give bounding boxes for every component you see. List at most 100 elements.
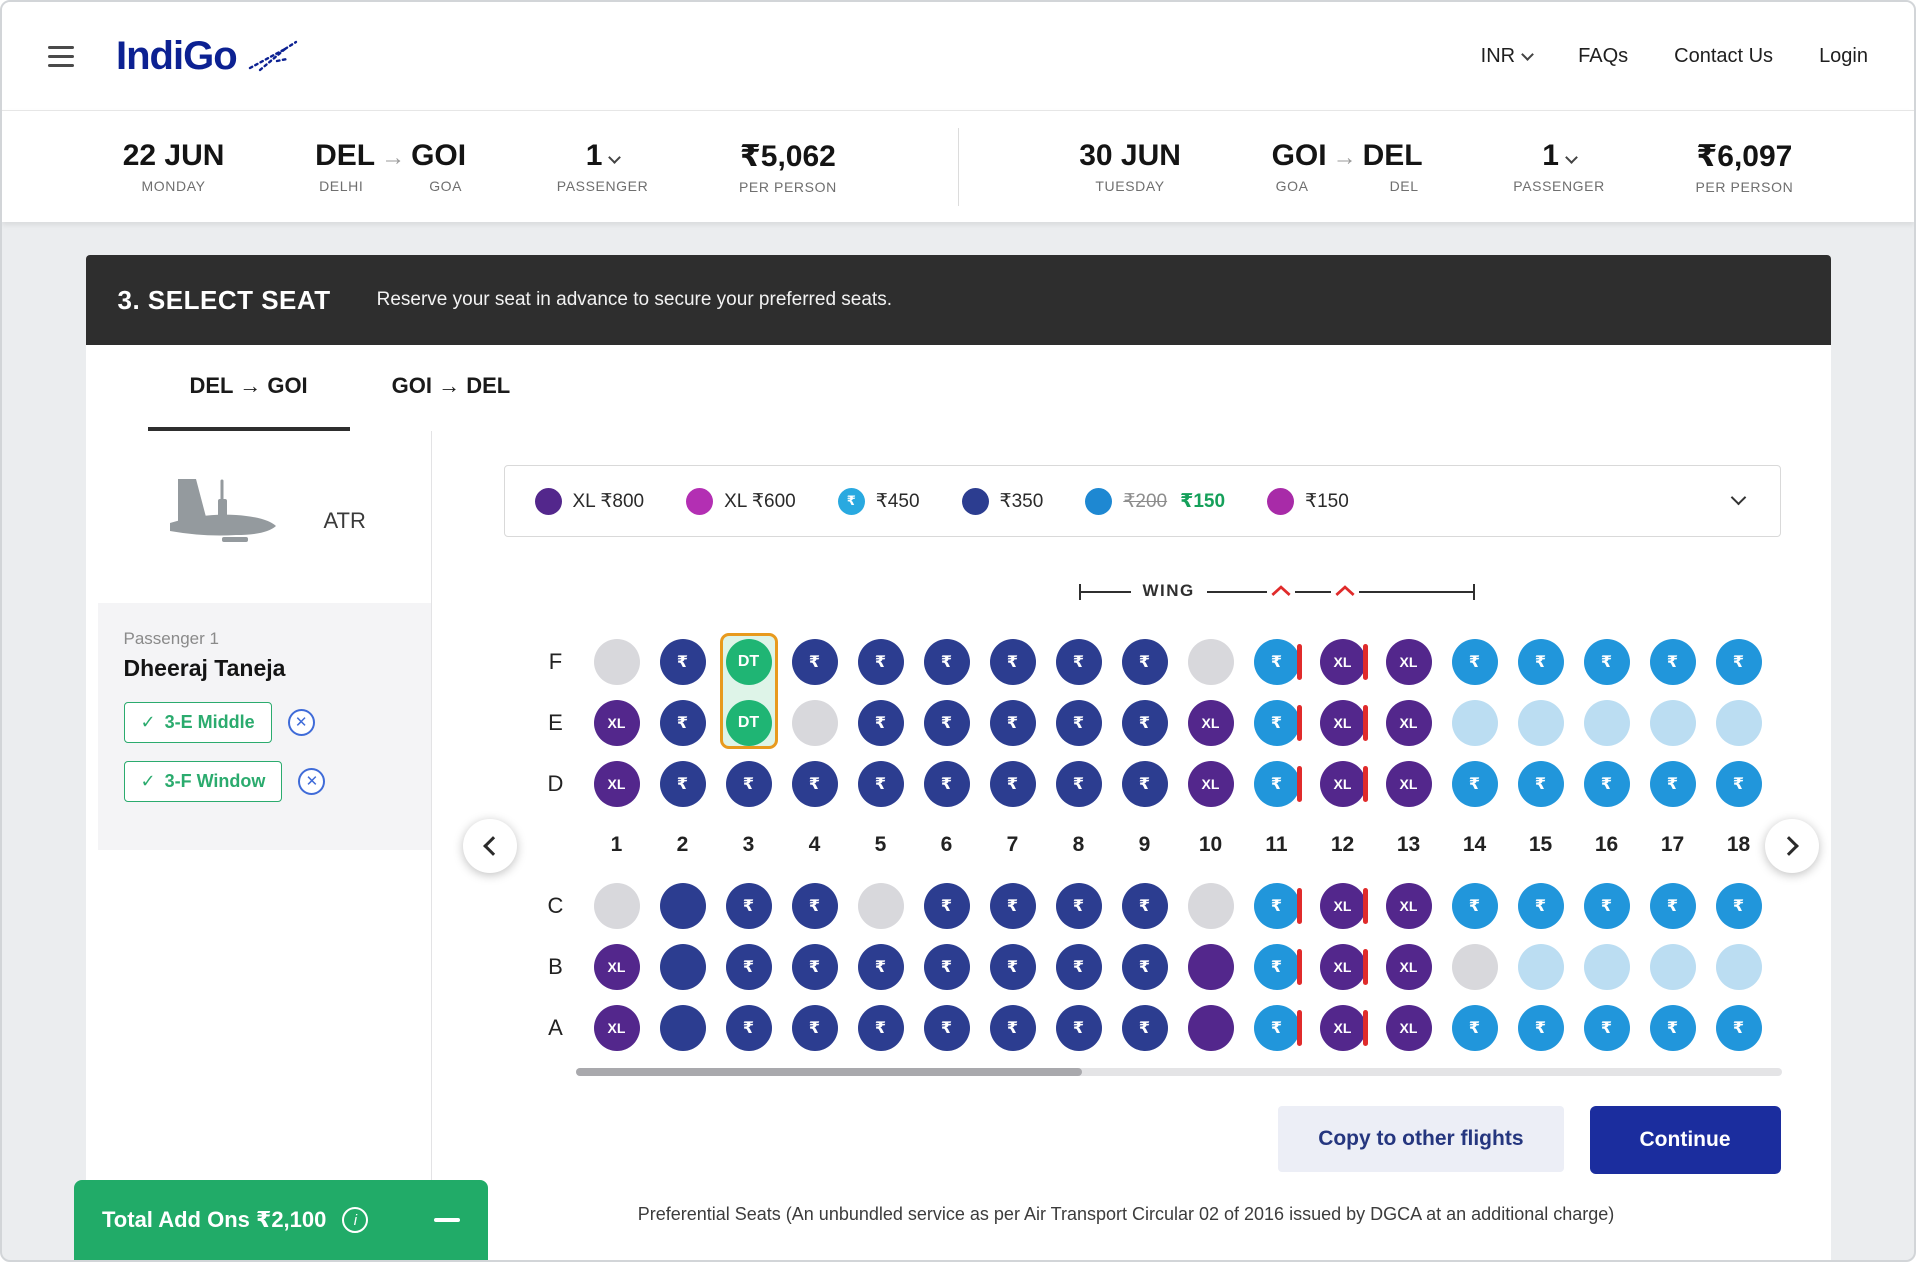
seat-D2[interactable]: ₹ bbox=[660, 761, 706, 807]
seat-D5[interactable]: ₹ bbox=[858, 761, 904, 807]
seat-B10[interactable] bbox=[1188, 944, 1234, 990]
seat-B17[interactable] bbox=[1650, 944, 1696, 990]
seat-F17[interactable]: ₹ bbox=[1650, 639, 1696, 685]
seat-F7[interactable]: ₹ bbox=[990, 639, 1036, 685]
seat-C2[interactable] bbox=[660, 883, 706, 929]
tab-goi-del[interactable]: GOI → DEL bbox=[350, 345, 553, 431]
seat-C12[interactable]: XL bbox=[1320, 883, 1366, 929]
nav-faqs[interactable]: FAQs bbox=[1578, 45, 1628, 68]
seat-F4[interactable]: ₹ bbox=[792, 639, 838, 685]
remove-seat-button[interactable]: ✕ bbox=[298, 768, 325, 795]
seat-D6[interactable]: ₹ bbox=[924, 761, 970, 807]
continue-button[interactable]: Continue bbox=[1590, 1106, 1781, 1174]
seat-C4[interactable]: ₹ bbox=[792, 883, 838, 929]
seat-C14[interactable]: ₹ bbox=[1452, 883, 1498, 929]
seat-A6[interactable]: ₹ bbox=[924, 1005, 970, 1051]
seat-F15[interactable]: ₹ bbox=[1518, 639, 1564, 685]
seat-B15[interactable] bbox=[1518, 944, 1564, 990]
seat-C9[interactable]: ₹ bbox=[1122, 883, 1168, 929]
seat-A13[interactable]: XL bbox=[1386, 1005, 1432, 1051]
seat-D4[interactable]: ₹ bbox=[792, 761, 838, 807]
seat-E1[interactable]: XL bbox=[594, 700, 640, 746]
seat-D11[interactable]: ₹ bbox=[1254, 761, 1300, 807]
seat-E6[interactable]: ₹ bbox=[924, 700, 970, 746]
seat-E16[interactable] bbox=[1584, 700, 1630, 746]
seat-C3[interactable]: ₹ bbox=[726, 883, 772, 929]
seat-C11[interactable]: ₹ bbox=[1254, 883, 1300, 929]
seat-C16[interactable]: ₹ bbox=[1584, 883, 1630, 929]
seat-B13[interactable]: XL bbox=[1386, 944, 1432, 990]
seat-F6[interactable]: ₹ bbox=[924, 639, 970, 685]
scroll-left-button[interactable] bbox=[463, 819, 517, 873]
scroll-right-button[interactable] bbox=[1765, 819, 1819, 873]
seat-A15[interactable]: ₹ bbox=[1518, 1005, 1564, 1051]
seat-D16[interactable]: ₹ bbox=[1584, 761, 1630, 807]
seat-E18[interactable] bbox=[1716, 700, 1762, 746]
seat-D14[interactable]: ₹ bbox=[1452, 761, 1498, 807]
seat-A17[interactable]: ₹ bbox=[1650, 1005, 1696, 1051]
seat-E11[interactable]: ₹ bbox=[1254, 700, 1300, 746]
seat-E2[interactable]: ₹ bbox=[660, 700, 706, 746]
seat-C6[interactable]: ₹ bbox=[924, 883, 970, 929]
seat-F11[interactable]: ₹ bbox=[1254, 639, 1300, 685]
seat-F18[interactable]: ₹ bbox=[1716, 639, 1762, 685]
seat-C7[interactable]: ₹ bbox=[990, 883, 1036, 929]
seat-D13[interactable]: XL bbox=[1386, 761, 1432, 807]
seat-A5[interactable]: ₹ bbox=[858, 1005, 904, 1051]
seat-E10[interactable]: XL bbox=[1188, 700, 1234, 746]
seat-A4[interactable]: ₹ bbox=[792, 1005, 838, 1051]
seat-D12[interactable]: XL bbox=[1320, 761, 1366, 807]
seat-B18[interactable] bbox=[1716, 944, 1762, 990]
seat-C8[interactable]: ₹ bbox=[1056, 883, 1102, 929]
collapse-addons-button[interactable] bbox=[434, 1218, 460, 1222]
seat-A14[interactable]: ₹ bbox=[1452, 1005, 1498, 1051]
outbound-passenger-count[interactable]: 1 PASSENGER bbox=[557, 139, 649, 194]
seat-F8[interactable]: ₹ bbox=[1056, 639, 1102, 685]
indigo-logo[interactable]: IndiGo bbox=[116, 34, 299, 79]
seat-E15[interactable] bbox=[1518, 700, 1564, 746]
seat-F16[interactable]: ₹ bbox=[1584, 639, 1630, 685]
seat-C18[interactable]: ₹ bbox=[1716, 883, 1762, 929]
seat-F2[interactable]: ₹ bbox=[660, 639, 706, 685]
currency-selector[interactable]: INR bbox=[1481, 45, 1532, 68]
seat-A2[interactable] bbox=[660, 1005, 706, 1051]
seat-C15[interactable]: ₹ bbox=[1518, 883, 1564, 929]
seat-B1[interactable]: XL bbox=[594, 944, 640, 990]
seat-E17[interactable] bbox=[1650, 700, 1696, 746]
seat-A18[interactable]: ₹ bbox=[1716, 1005, 1762, 1051]
seat-D17[interactable]: ₹ bbox=[1650, 761, 1696, 807]
seat-F3[interactable]: DT bbox=[726, 639, 772, 685]
copy-to-other-flights-button[interactable]: Copy to other flights bbox=[1278, 1106, 1563, 1172]
seat-B2[interactable] bbox=[660, 944, 706, 990]
seat-F13[interactable]: XL bbox=[1386, 639, 1432, 685]
seat-B4[interactable]: ₹ bbox=[792, 944, 838, 990]
seat-E13[interactable]: XL bbox=[1386, 700, 1432, 746]
seat-E12[interactable]: XL bbox=[1320, 700, 1366, 746]
seat-E9[interactable]: ₹ bbox=[1122, 700, 1168, 746]
seat-A11[interactable]: ₹ bbox=[1254, 1005, 1300, 1051]
seat-B6[interactable]: ₹ bbox=[924, 944, 970, 990]
seat-A16[interactable]: ₹ bbox=[1584, 1005, 1630, 1051]
seat-A3[interactable]: ₹ bbox=[726, 1005, 772, 1051]
seat-C13[interactable]: XL bbox=[1386, 883, 1432, 929]
seat-F5[interactable]: ₹ bbox=[858, 639, 904, 685]
seat-D8[interactable]: ₹ bbox=[1056, 761, 1102, 807]
seat-B8[interactable]: ₹ bbox=[1056, 944, 1102, 990]
seat-F14[interactable]: ₹ bbox=[1452, 639, 1498, 685]
seat-A8[interactable]: ₹ bbox=[1056, 1005, 1102, 1051]
seat-D18[interactable]: ₹ bbox=[1716, 761, 1762, 807]
info-icon[interactable]: i bbox=[342, 1207, 368, 1233]
tab-del-goi[interactable]: DEL → GOI bbox=[148, 345, 350, 431]
seat-B16[interactable] bbox=[1584, 944, 1630, 990]
seat-E8[interactable]: ₹ bbox=[1056, 700, 1102, 746]
seat-B5[interactable]: ₹ bbox=[858, 944, 904, 990]
menu-icon[interactable] bbox=[48, 46, 74, 67]
seat-E7[interactable]: ₹ bbox=[990, 700, 1036, 746]
seat-A7[interactable]: ₹ bbox=[990, 1005, 1036, 1051]
return-passenger-count[interactable]: 1 PASSENGER bbox=[1513, 139, 1605, 194]
seat-B11[interactable]: ₹ bbox=[1254, 944, 1300, 990]
seat-E3[interactable]: DT bbox=[726, 700, 772, 746]
remove-seat-button[interactable]: ✕ bbox=[288, 709, 315, 736]
seat-E14[interactable] bbox=[1452, 700, 1498, 746]
seat-A1[interactable]: XL bbox=[594, 1005, 640, 1051]
